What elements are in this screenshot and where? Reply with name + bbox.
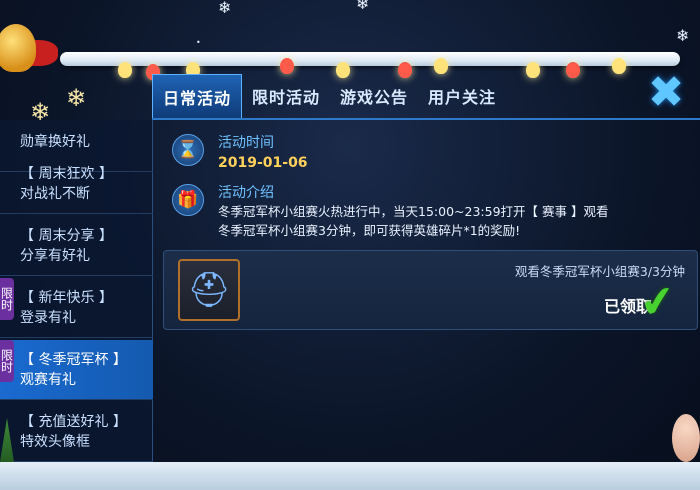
bell-icon — [0, 24, 36, 72]
hourglass-icon: ⌛ — [172, 134, 204, 166]
sidebar-item-title: 【 新年快乐 】 — [20, 289, 113, 306]
activity-intro-line: 冬季冠军杯小组赛3分钟，即可获得英雄碎片*1的奖励! — [218, 223, 521, 238]
tab-daily-activities[interactable]: 日常活动 — [152, 74, 243, 118]
sidebar-item-title: 【 冬季冠军杯 】 — [20, 351, 127, 368]
activity-sidebar: 勋章换好礼 【 周末狂欢 】 对战礼不断 【 周末分享 】 分享有好礼 【 新年… — [0, 120, 153, 465]
hero-helmet-icon[interactable]: ⛑ — [178, 259, 240, 321]
check-icon: ✔ — [636, 274, 679, 329]
sidebar-item-title: 【 周末分享 】 — [20, 227, 113, 244]
close-button[interactable]: ✖ — [646, 67, 686, 118]
sidebar-item-winter-cup[interactable]: 【 冬季冠军杯 】 观赛有礼 — [0, 340, 153, 400]
activity-time-label: 活动时间 — [218, 135, 274, 151]
activity-intro-line: 冬季冠军杯小组赛火热进行中，当天15:00~23:59打开【 赛事 】观看 — [218, 204, 609, 219]
sidebar-item-subtitle: 分享有好礼 — [20, 247, 90, 264]
snowflake-icon: ❄ — [218, 0, 232, 17]
sidebar-item-subtitle: 观赛有礼 — [20, 371, 76, 388]
limited-time-badge: 限时 — [0, 278, 14, 320]
activity-time-section: ⌛ 活动时间 2019-01-06 — [172, 134, 308, 174]
activity-date: 2019-01-06 — [218, 155, 308, 171]
activity-intro-section: 🎁 活动介绍 冬季冠军杯小组赛火热进行中，当天15:00~23:59打开【 赛事… — [172, 184, 638, 240]
bulb-icon — [612, 58, 626, 74]
tab-announcements[interactable]: 游戏公告 — [330, 74, 418, 118]
sidebar-item-title: 【 周末狂欢 】 — [20, 165, 113, 182]
sidebar-item-weekend-share[interactable]: 【 周末分享 】 分享有好礼 — [0, 216, 153, 276]
tab-bar: 日常活动 限时活动 游戏公告 用户关注 — [152, 72, 612, 118]
limited-time-badge: 限时 — [0, 340, 14, 382]
sidebar-item-weekend-carnival[interactable]: 【 周末狂欢 】 对战礼不断 — [0, 154, 153, 214]
snow-ground — [0, 462, 700, 490]
close-icon: ✖ — [647, 66, 685, 118]
tab-divider — [152, 118, 700, 120]
sidebar-item-recharge-gift[interactable]: 【 充值送好礼 】 特效头像框 — [0, 402, 153, 462]
sidebar-item-subtitle: 特效头像框 — [20, 433, 90, 450]
sidebar-item-subtitle: 对战礼不断 — [20, 185, 90, 202]
sidebar-item-new-year[interactable]: 【 新年快乐 】 登录有礼 — [0, 278, 153, 338]
gift-icon: 🎁 — [172, 184, 204, 216]
tab-limited-activities[interactable]: 限时活动 — [242, 74, 330, 118]
activity-intro-label: 活动介绍 — [218, 185, 274, 201]
sidebar-item-subtitle: 登录有礼 — [20, 309, 76, 326]
sidebar-item-subtitle: 勋章换好礼 — [20, 133, 90, 150]
reward-task-card: ⛑ 观看冬季冠军杯小组赛3/3分钟 已领取 ✔ — [163, 250, 698, 330]
tab-follow[interactable]: 用户关注 — [418, 74, 506, 118]
sidebar-item-title: 【 充值送好礼 】 — [20, 413, 127, 430]
snowflake-ornament-icon: ❄ — [66, 84, 87, 112]
snowflake-icon: ❄ — [356, 0, 370, 13]
snowman-icon — [672, 414, 700, 462]
bulb-icon — [118, 62, 132, 78]
